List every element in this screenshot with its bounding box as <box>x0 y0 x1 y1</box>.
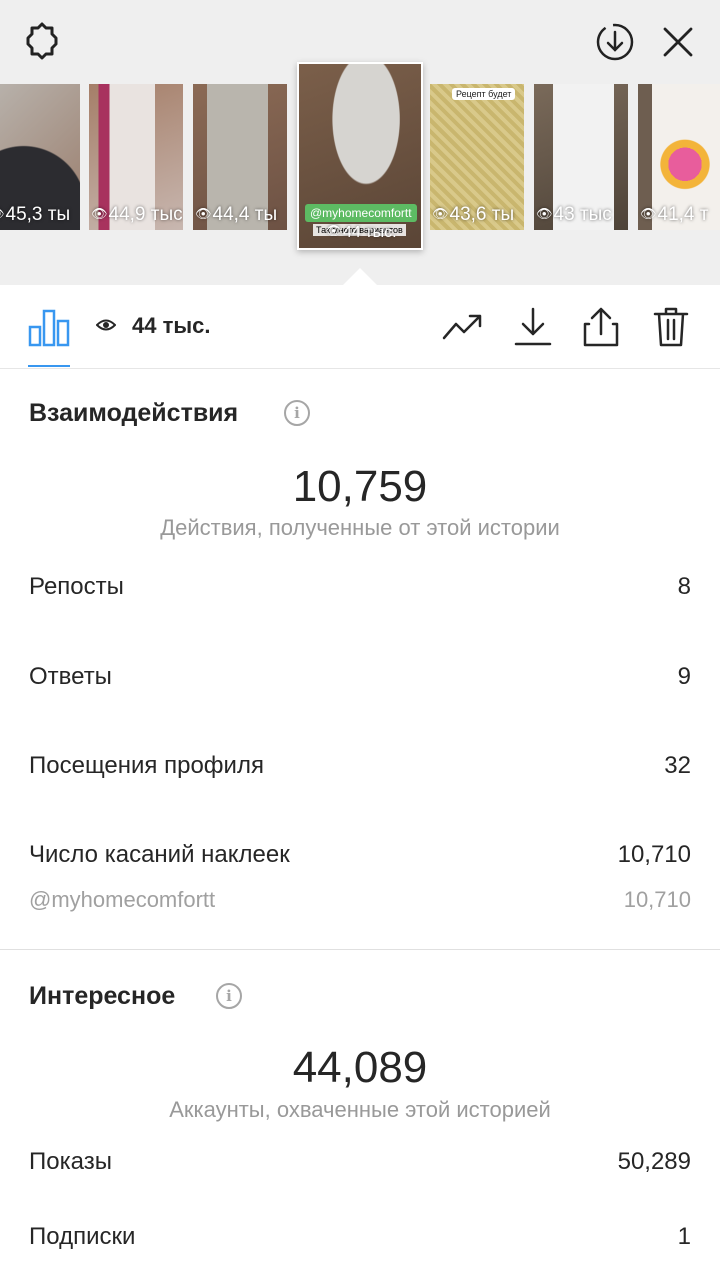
info-icon[interactable]: i <box>216 983 242 1009</box>
stat-label-reposts: Репосты <box>29 573 124 600</box>
story-thumbnail[interactable]: 👁41,4 т <box>638 84 720 230</box>
stat-label-impressions: Показы <box>29 1148 112 1175</box>
close-icon[interactable] <box>656 20 700 64</box>
gear-icon[interactable] <box>20 20 64 64</box>
interactions-total-label: Действия, полученные от этой истории <box>160 515 560 540</box>
story-thumbnails: 👁45,3 ты 👁44,9 тыс 👁44,4 ты @myhomecomfo… <box>0 62 720 262</box>
selected-pointer <box>342 268 378 286</box>
insights-toolbar: 44 тыс. <box>0 285 720 369</box>
active-tab-indicator <box>28 365 70 367</box>
story-thumbnail[interactable]: 👁44,4 ты <box>193 84 287 230</box>
thumbnail-views: 👁43,6 ты <box>432 204 515 225</box>
save-icon[interactable] <box>511 305 555 349</box>
story-thumbnail[interactable]: 👁44,9 тыс <box>89 84 183 230</box>
share-icon[interactable] <box>579 305 623 349</box>
discovery-total: 44,089 <box>292 1043 428 1092</box>
thumbnail-views: 👁43 тыс <box>536 204 612 225</box>
story-thumbnail[interactable]: 👁43 тыс <box>534 84 628 230</box>
stat-value-sticker-taps: 10,710 <box>617 841 691 868</box>
insights-bar-icon[interactable] <box>28 307 70 347</box>
download-circle-icon[interactable] <box>593 20 637 64</box>
stat-label-sticker-taps: Число касаний наклеек <box>29 841 290 868</box>
stat-value-reposts: 8 <box>677 573 691 600</box>
discovery-total-label: Аккаунты, охваченные этой историей <box>169 1097 551 1122</box>
mention-sticker: @myhomecomfortt <box>305 204 417 222</box>
story-thumbnail[interactable]: 👁45,3 ты <box>0 84 80 230</box>
info-icon[interactable]: i <box>284 400 310 426</box>
interactions-total: 10,759 <box>292 462 428 511</box>
story-overlay-text: Рецепт будет <box>452 88 516 100</box>
stat-label-profile-visits: Посещения профиля <box>29 752 264 779</box>
stat-value-follows: 1 <box>677 1223 691 1250</box>
stat-value-replies: 9 <box>677 663 691 690</box>
story-thumbnail[interactable]: Рецепт будет 👁43,6 ты <box>430 84 524 230</box>
eye-icon <box>95 315 117 338</box>
thumbnail-views: 👁44,4 ты <box>195 204 278 225</box>
stat-value-profile-visits: 32 <box>664 752 691 779</box>
thumbnail-views: 👁45,3 ты <box>0 204 71 225</box>
story-view-count: 44 тыс. <box>132 313 211 338</box>
stat-label-replies: Ответы <box>29 663 112 690</box>
discovery-title: Интересное <box>29 982 176 1010</box>
stat-value-impressions: 50,289 <box>617 1148 691 1175</box>
thumbnail-views: 👁44 тыс. <box>325 223 397 241</box>
stat-label-follows: Подписки <box>29 1223 136 1250</box>
story-strip: 👁45,3 ты 👁44,9 тыс 👁44,4 ты @myhomecomfo… <box>0 0 720 286</box>
trending-icon[interactable] <box>441 305 485 349</box>
section-divider <box>0 949 720 950</box>
thumbnail-views: 👁41,4 т <box>640 204 709 225</box>
trash-icon[interactable] <box>649 305 693 349</box>
interactions-title: Взаимодействия <box>29 399 239 427</box>
thumbnail-views: 👁44,9 тыс <box>91 204 183 225</box>
sticker-mention-value: 10,710 <box>623 887 691 912</box>
story-thumbnail-active[interactable]: @myhomecomfortt Так много вариантов 👁44 … <box>297 62 423 250</box>
sticker-mention-label[interactable]: @myhomecomfortt <box>29 887 215 913</box>
